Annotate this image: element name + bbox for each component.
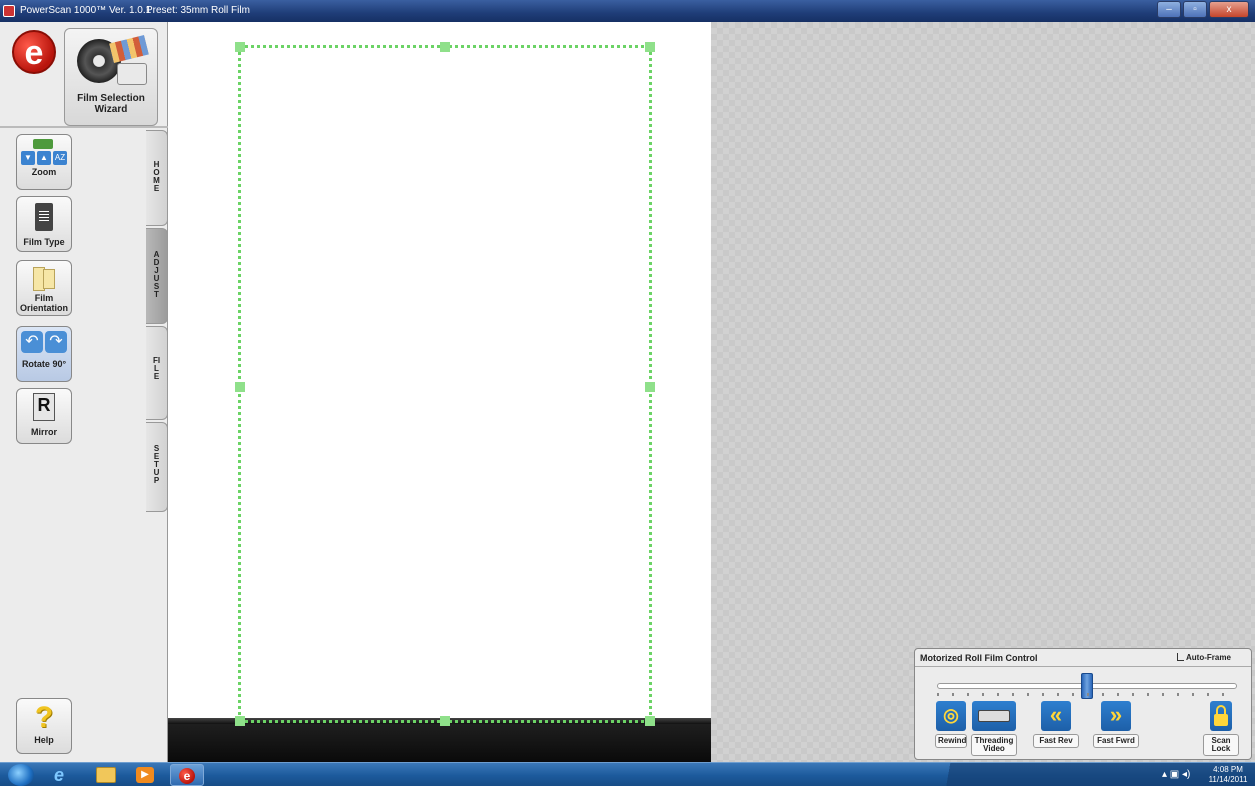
- slider-ticks: [937, 693, 1237, 696]
- app-icon: [3, 5, 15, 17]
- internet-explorer-icon[interactable]: e: [54, 766, 76, 784]
- crop-handle[interactable]: [235, 42, 245, 52]
- fast-reverse-icon: «: [1041, 701, 1071, 731]
- tray-icons[interactable]: ▴ ▣ ◂): [1162, 769, 1190, 780]
- wizard-label: Film Selection Wizard: [77, 93, 145, 115]
- fast-forward-label: Fast Fwrd: [1093, 734, 1139, 748]
- film-orientation-label: Film Orientation: [19, 293, 68, 313]
- tab-setup-label: SETUP: [153, 444, 160, 485]
- rewind-icon: ◎: [936, 701, 966, 731]
- rotate-icon: ↶ ↷: [20, 331, 68, 359]
- lock-icon: [1210, 701, 1232, 731]
- clock-date: 11/14/2011: [1208, 775, 1248, 784]
- start-button[interactable]: [8, 764, 34, 786]
- fast-forward-button[interactable]: » Fast Fwrd: [1093, 701, 1139, 757]
- fast-forward-icon: »: [1101, 701, 1131, 731]
- threading-video-button[interactable]: Threading Video: [971, 701, 1017, 757]
- film-selection-wizard-button[interactable]: Film Selection Wizard: [64, 28, 158, 126]
- crop-handle[interactable]: [235, 716, 245, 726]
- clock-time: 4:08 PM: [1213, 765, 1243, 774]
- zoom-button[interactable]: ▼ ▲ AZ Zoom: [16, 134, 72, 190]
- tab-file[interactable]: FILE: [146, 326, 168, 420]
- scanner-icon: [972, 701, 1016, 731]
- rotate-button[interactable]: ↶ ↷ Rotate 90°: [16, 326, 72, 382]
- clock[interactable]: 4:08 PM 11/14/2011: [1204, 765, 1252, 785]
- tab-home-label: HOME: [153, 160, 160, 193]
- crop-handle[interactable]: [645, 716, 655, 726]
- left-panel: e Film Selection Wizard ▼ ▲ AZ Zoom Film…: [0, 22, 168, 762]
- mirror-button[interactable]: R Mirror: [16, 388, 72, 444]
- title-bar: PowerScan 1000™ Ver. 1.0.1 Preset: 35mm …: [0, 0, 1255, 22]
- window-controls: – ▫ x: [1157, 1, 1249, 18]
- window-title: PowerScan 1000™ Ver. 1.0.1: [20, 5, 152, 16]
- crop-handle[interactable]: [440, 42, 450, 52]
- zoom-label: Zoom: [31, 167, 57, 177]
- tab-adjust[interactable]: ADJUST: [146, 228, 168, 324]
- mirror-label: Mirror: [30, 427, 57, 437]
- fast-reverse-button[interactable]: « Fast Rev: [1033, 701, 1079, 757]
- tab-setup[interactable]: SETUP: [146, 422, 168, 512]
- tab-home[interactable]: HOME: [146, 130, 168, 226]
- scan-preview[interactable]: [168, 22, 711, 762]
- film-orientation-button[interactable]: Film Orientation: [16, 260, 72, 316]
- fast-reverse-label: Fast Rev: [1033, 734, 1079, 748]
- divider: [0, 126, 168, 128]
- app-logo-icon: e: [179, 768, 195, 784]
- help-button[interactable]: ? Help: [16, 698, 72, 754]
- taskbar: e ▶ e ▴ ▣ ◂) 4:08 PM 11/14/2011: [0, 762, 1255, 786]
- roll-film-control-panel: Motorized Roll Film Control Auto-Frame ◎…: [914, 648, 1252, 760]
- scan-lock-label: Scan Lock: [1203, 734, 1239, 756]
- rewind-button[interactable]: ◎ Rewind: [935, 701, 967, 757]
- folder-icon[interactable]: [96, 767, 116, 783]
- panel-header: Motorized Roll Film Control Auto-Frame: [915, 649, 1251, 667]
- crop-handle[interactable]: [645, 382, 655, 392]
- tray-area: ▴ ▣ ◂) 4:08 PM 11/14/2011: [930, 763, 1255, 786]
- help-label: Help: [34, 735, 54, 745]
- document-icon: [35, 203, 53, 231]
- preset-label: Preset: 35mm Roll Film: [146, 5, 250, 16]
- crop-handle[interactable]: [440, 716, 450, 726]
- minimize-button[interactable]: –: [1157, 1, 1181, 18]
- tab-file-label: FILE: [152, 356, 161, 381]
- crop-handle[interactable]: [235, 382, 245, 392]
- film-type-label: Film Type: [23, 237, 65, 247]
- taskbar-app-button[interactable]: e: [170, 764, 204, 786]
- auto-frame-checkbox[interactable]: Auto-Frame: [1177, 653, 1231, 662]
- mirror-icon: R: [33, 393, 55, 421]
- checkbox-icon: [1177, 653, 1184, 661]
- scan-lock-button[interactable]: Scan Lock: [1203, 701, 1239, 757]
- film-reel-icon: [71, 33, 151, 89]
- help-icon: ?: [34, 701, 54, 734]
- auto-frame-label: Auto-Frame: [1186, 653, 1231, 662]
- app-logo: e: [12, 30, 56, 74]
- panel-title: Motorized Roll Film Control: [920, 653, 1038, 663]
- rewind-label: Rewind: [935, 734, 967, 748]
- zoom-icon: ▼ ▲ AZ: [19, 139, 69, 167]
- crop-box[interactable]: [235, 42, 655, 726]
- threading-video-label: Threading Video: [971, 734, 1017, 756]
- media-player-icon[interactable]: ▶: [136, 767, 154, 783]
- rotate-label: Rotate 90°: [21, 359, 67, 369]
- maximize-button[interactable]: ▫: [1183, 1, 1207, 18]
- crop-handle[interactable]: [645, 42, 655, 52]
- film-type-button[interactable]: Film Type: [16, 196, 72, 252]
- close-button[interactable]: x: [1209, 1, 1249, 18]
- tab-adjust-label: ADJUST: [153, 250, 160, 299]
- orientation-icon: [31, 265, 57, 293]
